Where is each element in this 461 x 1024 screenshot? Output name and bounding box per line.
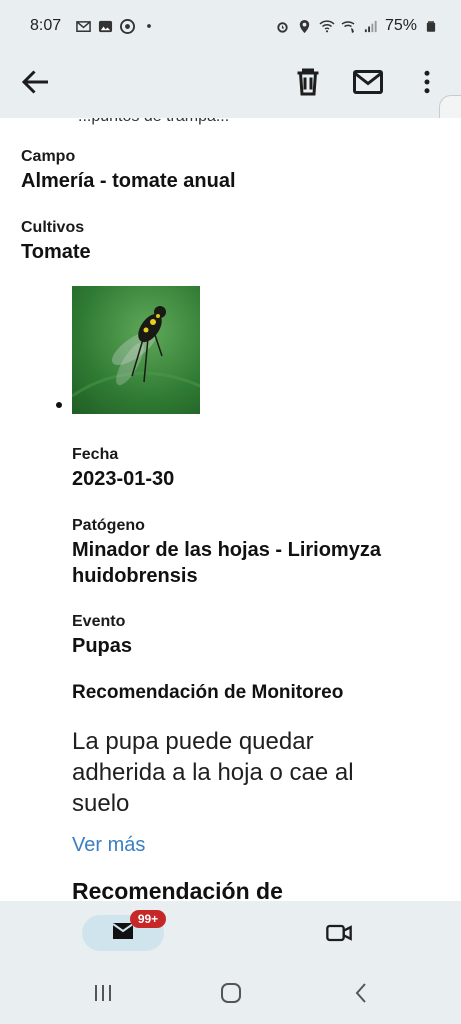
recomendacion-heading: Recomendación de Monitoreo (72, 682, 344, 703)
location-icon (297, 18, 313, 34)
video-icon[interactable] (325, 919, 353, 947)
next-section-heading: Recomendación de (72, 878, 283, 901)
fecha-label: Fecha (72, 446, 119, 463)
system-back-icon[interactable] (350, 981, 374, 1005)
ver-mas-link[interactable]: Ver más (72, 834, 145, 857)
more-vert-icon[interactable] (412, 64, 442, 100)
email-content: ...puntos de trampa... Campo Almería - t… (0, 118, 461, 901)
alarm-icon (275, 18, 291, 34)
signal-icon (363, 18, 379, 34)
trash-icon[interactable] (290, 64, 326, 100)
patogeno-value-line1: Minador de las hojas - Liriomyza (72, 539, 381, 561)
system-nav (0, 961, 461, 1024)
back-arrow-icon[interactable] (18, 64, 54, 100)
photo-icon (97, 18, 113, 34)
cut-off-text: ...puntos de trampa... (78, 118, 229, 126)
evento-label: Evento (72, 613, 126, 630)
patogeno-value-line2: huidobrensis (72, 565, 198, 587)
fecha-value: 2023-01-30 (72, 468, 175, 490)
status-bar: 8:07 75% (0, 0, 461, 52)
mail-icon[interactable] (350, 64, 386, 100)
patogeno-label: Patógeno (72, 517, 145, 534)
wifi-call-icon (341, 18, 357, 34)
wifi-icon (319, 18, 335, 34)
recents-icon[interactable] (91, 981, 115, 1005)
evento-value: Pupas (72, 635, 133, 657)
chrome-icon (119, 18, 135, 34)
gmail-icon (75, 18, 91, 34)
bottom-nav: 99+ (0, 901, 461, 961)
insect-photo[interactable] (71, 286, 201, 414)
campo-value: Almería - tomate anual (21, 170, 236, 192)
cultivos-label: Cultivos (21, 219, 85, 236)
battery-percent: 75% (384, 17, 417, 34)
cultivos-value: Tomate (21, 241, 91, 263)
app-bar (0, 52, 461, 118)
battery-icon (423, 18, 439, 34)
home-icon[interactable] (219, 981, 243, 1005)
status-time: 8:07 (30, 17, 62, 34)
unread-badge: 99+ (130, 910, 166, 928)
list-bullet (56, 402, 62, 408)
campo-label: Campo (21, 148, 76, 165)
recomendacion-text: La pupa puede quedar adherida a la hoja … (72, 728, 354, 817)
dot-icon (141, 18, 157, 34)
